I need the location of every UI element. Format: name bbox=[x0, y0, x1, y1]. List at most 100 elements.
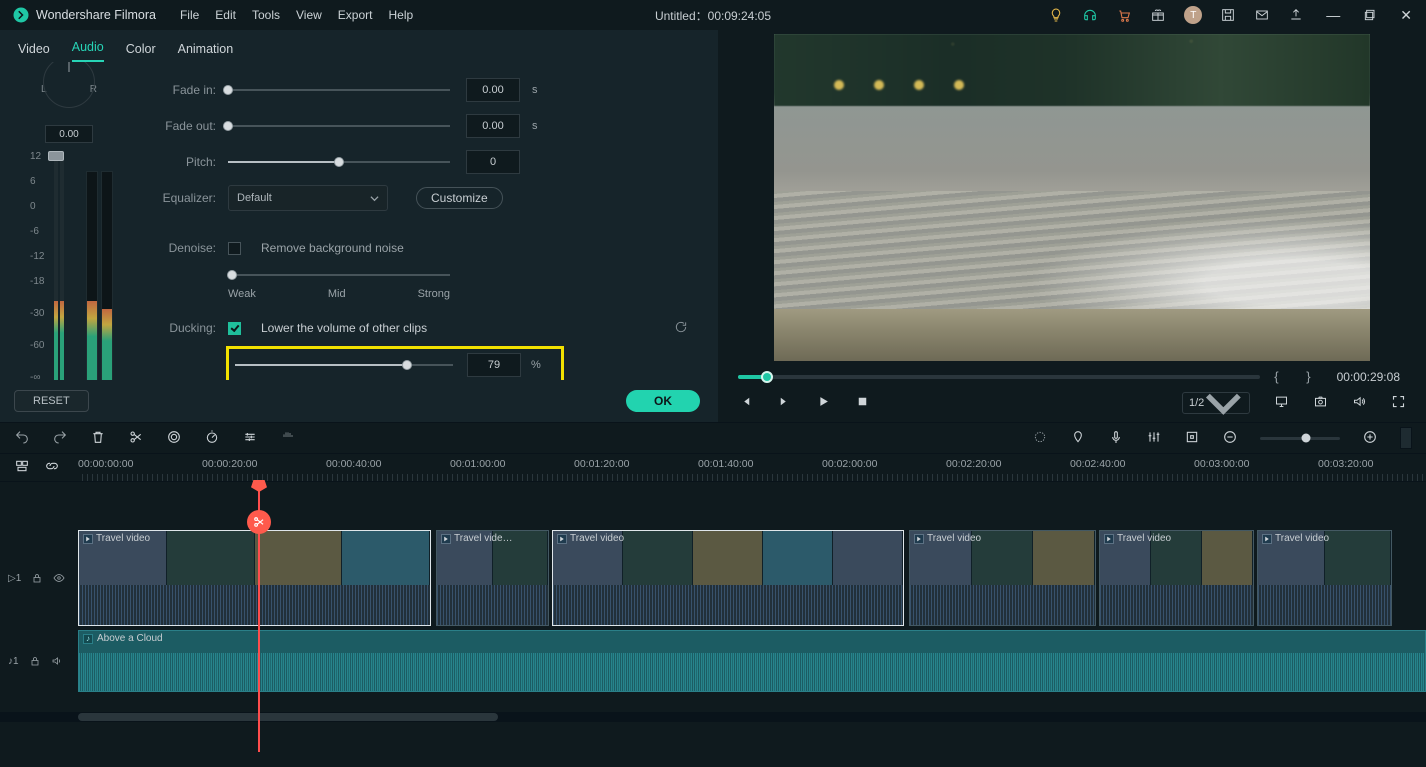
close-button[interactable]: ✕ bbox=[1396, 7, 1416, 24]
ok-button[interactable]: OK bbox=[626, 390, 700, 412]
menu-view[interactable]: View bbox=[296, 8, 322, 22]
tab-animation[interactable]: Animation bbox=[178, 42, 234, 62]
maximize-button[interactable] bbox=[1362, 7, 1378, 23]
render-icon[interactable] bbox=[1032, 429, 1048, 448]
video-clip[interactable]: Travel vide… bbox=[436, 530, 549, 626]
eye-icon[interactable] bbox=[53, 572, 65, 584]
ducking-value[interactable]: 79 bbox=[467, 353, 521, 377]
equalizer-select[interactable]: Default bbox=[228, 185, 388, 211]
zoom-out-icon[interactable] bbox=[1222, 429, 1238, 448]
fade-out-label: Fade out: bbox=[136, 119, 216, 133]
audio-track-header: ♪1 bbox=[0, 630, 78, 692]
clip-label: Travel video bbox=[1275, 533, 1329, 544]
tab-audio[interactable]: Audio bbox=[72, 40, 104, 62]
menu-help[interactable]: Help bbox=[388, 8, 413, 22]
video-track[interactable]: Travel videoTravel vide…Travel videoTrav… bbox=[78, 530, 1426, 626]
music-note-icon: ♪ bbox=[83, 634, 93, 644]
upload-icon[interactable] bbox=[1288, 7, 1304, 23]
menu-file[interactable]: File bbox=[180, 8, 199, 22]
timeline-horizontal-scrollbar[interactable] bbox=[0, 712, 1426, 722]
video-clip[interactable]: Travel video bbox=[78, 530, 431, 626]
property-tabs: Video Audio Color Animation bbox=[0, 30, 718, 62]
ducking-reset-icon[interactable] bbox=[674, 320, 688, 337]
gift-icon[interactable] bbox=[1150, 7, 1166, 23]
save-icon[interactable] bbox=[1220, 7, 1236, 23]
playhead-scissors-icon[interactable] bbox=[247, 510, 271, 534]
ducking-checkbox[interactable] bbox=[228, 322, 241, 335]
audio-track[interactable]: ♪ Above a Cloud bbox=[78, 630, 1426, 692]
preview-quality-select[interactable]: 1/2 bbox=[1182, 392, 1250, 414]
speaker-icon[interactable] bbox=[51, 655, 63, 667]
fade-out-value[interactable]: 0.00 bbox=[466, 114, 520, 138]
stop-button[interactable] bbox=[855, 394, 870, 412]
zoom-slider[interactable] bbox=[1260, 437, 1340, 440]
link-icon[interactable] bbox=[44, 458, 60, 477]
track-manager-icon[interactable] bbox=[14, 458, 30, 477]
ruler-time-label: 00:01:40:00 bbox=[698, 458, 753, 470]
undo-icon[interactable] bbox=[14, 429, 30, 448]
video-clip[interactable]: Travel video bbox=[1099, 530, 1254, 626]
mixer-icon[interactable] bbox=[1146, 429, 1162, 448]
zoom-in-icon[interactable] bbox=[1362, 429, 1378, 448]
pan-knob[interactable] bbox=[43, 62, 95, 108]
denoise-label: Denoise: bbox=[136, 241, 216, 255]
time-ruler[interactable]: 00:00:00:0000:00:20:0000:00:40:0000:01:0… bbox=[78, 454, 1426, 481]
cart-icon[interactable] bbox=[1116, 7, 1132, 23]
denoise-checkbox[interactable] bbox=[228, 242, 241, 255]
clip-label: Travel video bbox=[1117, 533, 1171, 544]
audio-sync-icon[interactable] bbox=[280, 429, 296, 448]
menu-export[interactable]: Export bbox=[338, 8, 373, 22]
tab-video[interactable]: Video bbox=[18, 42, 50, 62]
headset-icon[interactable] bbox=[1082, 7, 1098, 23]
crop-icon[interactable] bbox=[166, 429, 182, 448]
play-button[interactable] bbox=[816, 394, 831, 412]
video-clip[interactable]: Travel video bbox=[552, 530, 904, 626]
pitch-slider[interactable] bbox=[228, 161, 450, 163]
ducking-slider[interactable] bbox=[235, 364, 453, 366]
snapshot-icon[interactable] bbox=[1313, 394, 1328, 412]
lock-icon[interactable] bbox=[29, 655, 41, 667]
fade-in-value[interactable]: 0.00 bbox=[466, 78, 520, 102]
volume-icon[interactable] bbox=[1352, 394, 1367, 412]
ducking-highlight: 79 % Weak Strong bbox=[226, 346, 564, 380]
reset-button[interactable]: RESET bbox=[14, 390, 89, 412]
keyframe-icon[interactable] bbox=[1184, 429, 1200, 448]
split-icon[interactable] bbox=[128, 429, 144, 448]
preview-monitor[interactable] bbox=[774, 34, 1370, 361]
ruler-time-label: 00:00:20:00 bbox=[202, 458, 257, 470]
lock-icon[interactable] bbox=[31, 572, 43, 584]
adjust-icon[interactable] bbox=[242, 429, 258, 448]
mark-brackets[interactable]: { } bbox=[1274, 369, 1322, 384]
timeline-scroll-thumb[interactable] bbox=[1400, 427, 1412, 449]
tab-color[interactable]: Color bbox=[126, 42, 156, 62]
menu-tools[interactable]: Tools bbox=[252, 8, 280, 22]
minimize-button[interactable]: — bbox=[1322, 7, 1344, 23]
audio-clip[interactable]: ♪ Above a Cloud bbox=[78, 630, 1426, 692]
prev-frame-button[interactable] bbox=[738, 394, 753, 412]
voiceover-icon[interactable] bbox=[1108, 429, 1124, 448]
mail-icon[interactable] bbox=[1254, 7, 1270, 23]
volume-fader[interactable]: 12 6 0 -6 -12 -18 -30 -60 -∞ bbox=[14, 153, 124, 380]
speed-icon[interactable] bbox=[204, 429, 220, 448]
video-clip[interactable]: Travel video bbox=[909, 530, 1096, 626]
delete-icon[interactable] bbox=[90, 429, 106, 448]
redo-icon[interactable] bbox=[52, 429, 68, 448]
customize-button[interactable]: Customize bbox=[416, 187, 503, 209]
pitch-value[interactable]: 0 bbox=[466, 150, 520, 174]
menu-edit[interactable]: Edit bbox=[215, 8, 236, 22]
preview-progress[interactable] bbox=[738, 375, 1260, 379]
clip-label: Travel video bbox=[96, 533, 150, 544]
avatar[interactable]: T bbox=[1184, 6, 1202, 24]
lightbulb-icon[interactable] bbox=[1048, 7, 1064, 23]
denoise-slider[interactable] bbox=[228, 274, 450, 276]
fade-in-slider[interactable] bbox=[228, 89, 450, 91]
marker-icon[interactable] bbox=[1070, 429, 1086, 448]
fullscreen-icon[interactable] bbox=[1391, 394, 1406, 412]
playhead[interactable] bbox=[258, 482, 260, 752]
video-clip[interactable]: Travel video bbox=[1257, 530, 1392, 626]
next-frame-button[interactable] bbox=[777, 394, 792, 412]
fade-out-slider[interactable] bbox=[228, 125, 450, 127]
pan-value[interactable]: 0.00 bbox=[45, 125, 93, 143]
play-icon bbox=[914, 534, 924, 544]
display-icon[interactable] bbox=[1274, 394, 1289, 412]
